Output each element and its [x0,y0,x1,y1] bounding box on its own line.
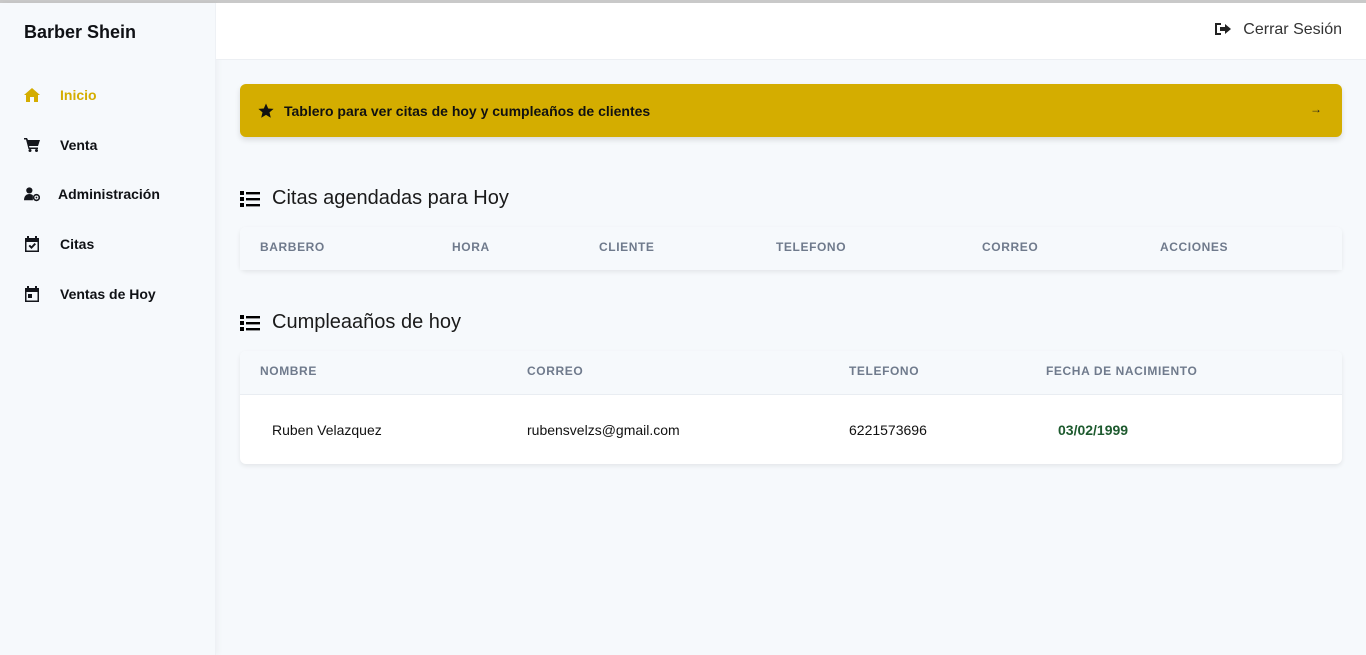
list-icon [240,190,260,208]
sidebar-item-label: Administración [58,186,160,202]
table-row: Ruben Velazquez rubensvelzs@gmail.com 62… [240,394,1342,464]
column-header[interactable]: FECHA DE NACIMIENTO [1046,364,1197,378]
cumpleanos-table: NOMBRE CORREO TELEFONO FECHA DE NACIMIEN… [240,351,1342,464]
cell-fecha-nacimiento: 03/02/1999 [1058,422,1129,438]
logout-button[interactable]: Cerrar Sesión [1215,21,1342,39]
column-header[interactable]: CORREO [527,364,583,378]
banner-text: Tablero para ver citas de hoy y cumpleañ… [284,102,651,119]
brand-title: Barber Shein [24,22,137,42]
list-icon [240,314,260,332]
cart-icon [24,137,40,153]
user-gear-icon [24,186,40,202]
citas-table: BARBERO HORA CLIENTE TELEFONO CORREO ACC… [240,227,1342,270]
column-header[interactable]: HORA [452,240,490,254]
citas-section-title: Citas agendadas para Hoy [240,187,509,210]
sidebar-item-inicio[interactable]: Inicio [24,87,97,103]
column-header[interactable]: BARBERO [260,240,325,254]
section-title-text: Cumpleaaños de hoy [272,311,462,333]
sidebar-item-label: Ventas de Hoy [60,286,156,302]
column-header[interactable]: NOMBRE [260,364,317,378]
calendar-day-icon [24,286,40,302]
home-icon [24,87,40,103]
column-header[interactable]: TELEFONO [849,364,919,378]
sidebar-item-ventas-de-hoy[interactable]: Ventas de Hoy [24,286,156,302]
star-icon [258,103,274,119]
column-header[interactable]: CORREO [982,240,1038,254]
sidebar-item-venta[interactable]: Venta [24,137,97,153]
sidebar-item-label: Venta [60,137,98,153]
top-header: Cerrar Sesión [216,3,1366,60]
section-title-text: Citas agendadas para Hoy [272,187,509,209]
column-header[interactable]: CLIENTE [599,240,655,254]
table-header: NOMBRE CORREO TELEFONO FECHA DE NACIMIEN… [240,351,1342,394]
cell-correo: rubensvelzs@gmail.com [527,422,680,438]
info-banner: Tablero para ver citas de hoy y cumpleañ… [240,84,1342,137]
cell-telefono: 6221573696 [849,422,927,438]
sidebar-item-citas[interactable]: Citas [24,236,94,252]
banner-arrow-icon[interactable]: → [1310,102,1322,116]
calendar-check-icon [24,236,40,252]
logout-label: Cerrar Sesión [1243,21,1342,38]
sidebar-item-label: Citas [60,236,95,252]
sidebar-item-label: Inicio [60,87,97,103]
sidebar-item-administracion[interactable]: Administración [24,186,160,202]
cumpleanos-section-title: Cumpleaaños de hoy [240,311,461,334]
column-header[interactable]: TELEFONO [776,240,846,254]
sidebar: Barber Shein Inicio Venta Administración… [0,3,216,655]
cell-nombre: Ruben Velazquez [272,422,382,438]
sign-out-icon [1215,22,1232,38]
table-header: BARBERO HORA CLIENTE TELEFONO CORREO ACC… [240,227,1342,270]
column-header[interactable]: ACCIONES [1160,240,1228,254]
